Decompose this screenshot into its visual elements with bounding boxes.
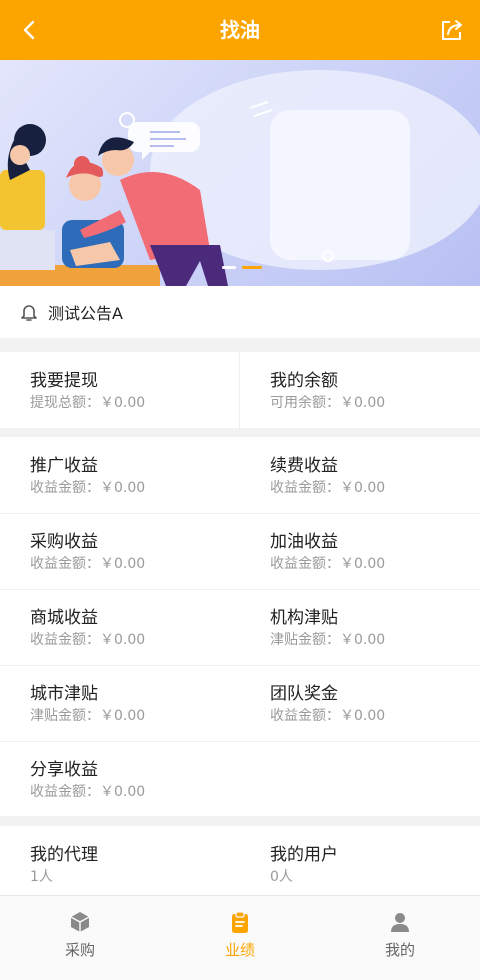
- announcement-text: 测试公告A: [48, 304, 123, 323]
- banner-illustration: [0, 70, 480, 286]
- income-label: 推广收益: [30, 456, 98, 476]
- tab-purchase[interactable]: 采购: [0, 896, 160, 972]
- withdraw-total: 提现总额：￥0.00: [30, 395, 146, 411]
- tab-label: 采购: [64, 940, 95, 959]
- income-label: 团队奖金: [270, 684, 338, 704]
- promotion-income-cell[interactable]: 推广收益 收益金额：￥0.00: [0, 437, 240, 513]
- income-amount: 收益金额：￥0.00: [30, 556, 146, 572]
- income-amount: 津贴金额：￥0.00: [270, 632, 386, 648]
- income-amount: 收益金额：￥0.00: [270, 708, 386, 724]
- income-amount: 收益金额：￥0.00: [30, 784, 146, 800]
- balance-available: 可用余额：￥0.00: [270, 395, 386, 411]
- user-icon: [387, 909, 413, 935]
- income-amount: 收益金额：￥0.00: [30, 632, 146, 648]
- share-icon: [442, 20, 462, 40]
- team-bonus-cell[interactable]: 团队奖金 收益金额：￥0.00: [240, 665, 480, 741]
- tab-performance[interactable]: 业绩: [160, 896, 320, 972]
- share-button[interactable]: [434, 12, 470, 48]
- clipboard-icon: [227, 909, 253, 935]
- agents-label: 我的代理: [30, 845, 98, 865]
- my-users-cell[interactable]: 我的用户 0人: [240, 826, 480, 902]
- bottom-tab-bar: 采购 业绩 我的: [0, 895, 480, 980]
- income-label: 加油收益: [270, 532, 338, 552]
- page-title: 找油: [220, 18, 260, 42]
- withdraw-label: 我要提现: [30, 371, 98, 391]
- share-income-cell[interactable]: 分享收益 收益金额：￥0.00: [0, 741, 240, 817]
- withdraw-cell[interactable]: 我要提现 提现总额：￥0.00: [0, 352, 240, 428]
- tab-label: 业绩: [224, 940, 255, 959]
- team-section: 我的代理 1人 我的用户 0人: [0, 826, 480, 896]
- agency-allowance-cell[interactable]: 机构津贴 津贴金额：￥0.00: [240, 589, 480, 665]
- tab-label: 我的: [384, 940, 415, 959]
- income-label: 机构津贴: [270, 608, 338, 628]
- top-bar: 找油: [0, 0, 480, 60]
- income-label: 城市津贴: [30, 684, 98, 704]
- tab-mine[interactable]: 我的: [320, 896, 480, 972]
- income-label: 商城收益: [30, 608, 98, 628]
- income-amount: 津贴金额：￥0.00: [30, 708, 146, 724]
- my-agents-cell[interactable]: 我的代理 1人: [0, 826, 240, 902]
- users-label: 我的用户: [270, 845, 338, 865]
- cube-icon: [67, 909, 93, 935]
- purchase-income-cell[interactable]: 采购收益 收益金额：￥0.00: [0, 513, 240, 589]
- agents-count: 1人: [30, 869, 53, 885]
- bell-icon: [18, 301, 40, 323]
- wallet-section: 我要提现 提现总额：￥0.00 我的余额 可用余额：￥0.00: [0, 352, 480, 428]
- promo-banner[interactable]: [0, 60, 480, 286]
- city-allowance-cell[interactable]: 城市津贴 津贴金额：￥0.00: [0, 665, 240, 741]
- income-amount: 收益金额：￥0.00: [270, 480, 386, 496]
- income-label: 采购收益: [30, 532, 98, 552]
- renewal-income-cell[interactable]: 续费收益 收益金额：￥0.00: [240, 437, 480, 513]
- income-label: 分享收益: [30, 760, 98, 780]
- mall-income-cell[interactable]: 商城收益 收益金额：￥0.00: [0, 589, 240, 665]
- income-section: 推广收益 收益金额：￥0.00 续费收益 收益金额：￥0.00 采购收益 收益金…: [0, 437, 480, 816]
- income-amount: 收益金额：￥0.00: [270, 556, 386, 572]
- balance-label: 我的余额: [270, 371, 338, 391]
- income-label: 续费收益: [270, 456, 338, 476]
- announcement-bar[interactable]: 测试公告A: [0, 286, 480, 338]
- users-count: 0人: [270, 869, 293, 885]
- income-amount: 收益金额：￥0.00: [30, 480, 146, 496]
- balance-cell[interactable]: 我的余额 可用余额：￥0.00: [240, 352, 480, 428]
- fuel-income-cell[interactable]: 加油收益 收益金额：￥0.00: [240, 513, 480, 589]
